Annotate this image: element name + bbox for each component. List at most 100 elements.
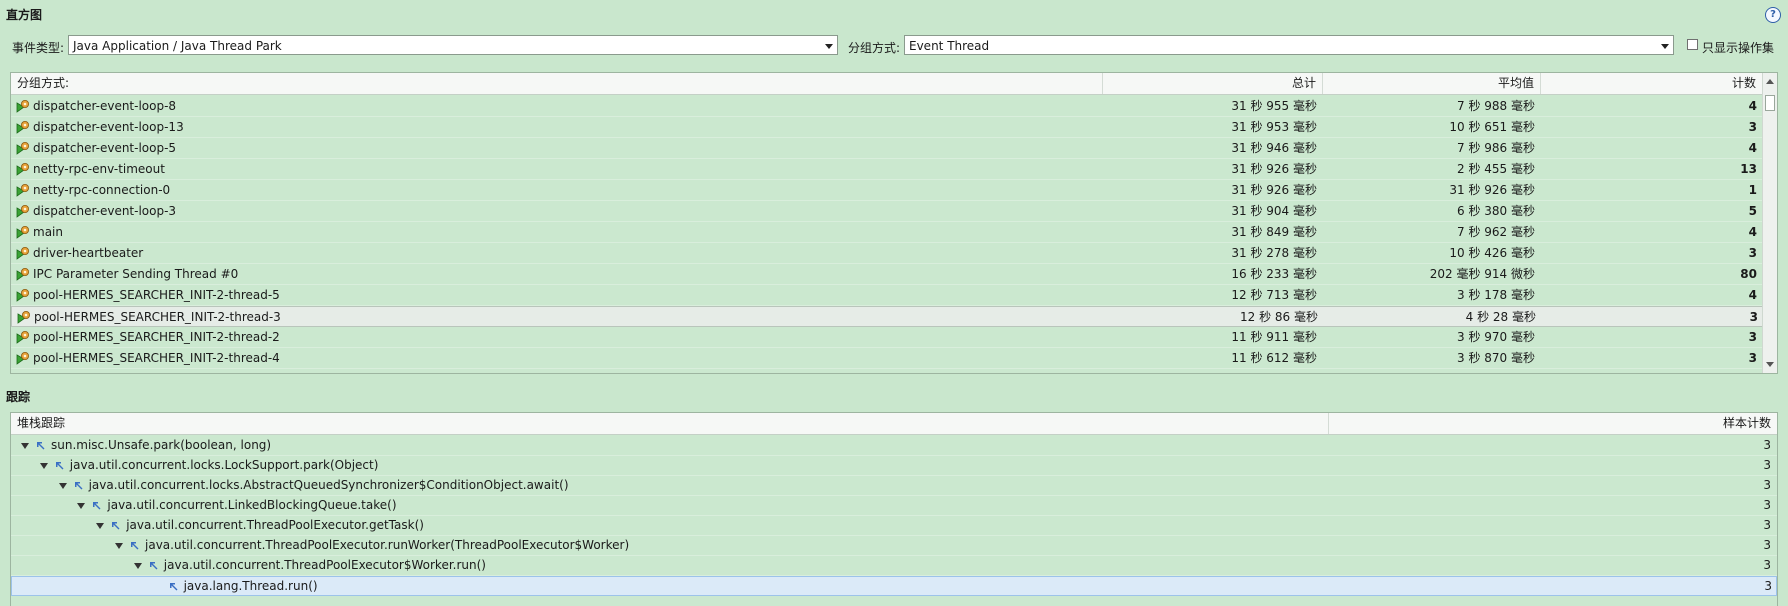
event-type-select[interactable]: Java Application / Java Thread Park	[68, 35, 838, 55]
expand-triangle-icon[interactable]	[21, 443, 29, 449]
stack-frame-text: java.util.concurrent.locks.AbstractQueue…	[88, 478, 569, 492]
table-row[interactable]: pool-HERMES_SEARCHER_INIT-2-thread-5 12 秒…	[11, 285, 1763, 306]
thread-icon	[16, 289, 29, 302]
thread-name: driver-heartbeater	[33, 246, 144, 260]
group-by-select[interactable]: Event Thread	[904, 35, 1674, 55]
count-value: 4	[1748, 99, 1757, 113]
only-ops-checkbox[interactable]	[1687, 39, 1698, 50]
count-value: 80	[1740, 267, 1757, 281]
table-row[interactable]: pool-HERMES_SEARCHER_INIT-2-thread-4 11 秒…	[11, 348, 1763, 369]
column-header-sample-count[interactable]: 样本计数	[1329, 413, 1777, 434]
column-header-stack-trace[interactable]: 堆栈跟踪	[11, 413, 1329, 434]
average-value: 2 秒 455 毫秒	[1457, 162, 1535, 176]
table-row[interactable]: dispatcher-event-loop-3 31 秒 904 毫秒 6 秒 38…	[11, 201, 1763, 222]
sample-count-value: 3	[1763, 518, 1771, 532]
total-value: 12 秒 713 毫秒	[1231, 288, 1317, 302]
count-value: 4	[1748, 288, 1757, 302]
list-item[interactable]: java.util.concurrent.ThreadPoolExecutor$…	[11, 556, 1777, 576]
expand-triangle-icon[interactable]	[58, 483, 67, 489]
table-row[interactable]: pool-HERMES_SEARCHER_INIT-2-thread-2 11 秒…	[11, 327, 1763, 348]
table-row[interactable]: netty-rpc-connection-0 31 秒 926 毫秒 31 秒 92…	[11, 180, 1763, 201]
sample-count-value: 3	[1764, 579, 1772, 593]
table-row[interactable]: driver-heartbeater 31 秒 278 毫秒 10 秒 426 毫秒…	[11, 243, 1763, 264]
histogram-scrollbar[interactable]	[1762, 73, 1777, 373]
stack-frame-text: java.util.concurrent.locks.LockSupport.p…	[69, 458, 379, 472]
total-value: 31 秒 278 毫秒	[1231, 246, 1317, 260]
scroll-down-icon[interactable]	[1766, 362, 1774, 367]
expand-triangle-icon[interactable]	[96, 523, 105, 529]
help-icon[interactable]: ?	[1765, 7, 1781, 23]
list-item[interactable]: sun.misc.Unsafe.park(boolean, long) 3	[11, 436, 1777, 456]
list-item[interactable]: java.lang.Thread.run() 3	[11, 576, 1777, 596]
thread-icon	[16, 184, 29, 197]
average-value: 10 秒 651 毫秒	[1449, 120, 1535, 134]
average-value: 7 秒 962 毫秒	[1457, 225, 1535, 239]
thread-icon	[16, 331, 29, 344]
stack-frame-icon	[112, 522, 120, 530]
sample-count-value: 3	[1763, 478, 1771, 492]
thread-name: IPC Parameter Sending Thread #0	[33, 267, 239, 281]
expand-triangle-icon[interactable]	[39, 463, 48, 469]
column-header-count[interactable]: 计数	[1541, 73, 1763, 94]
thread-name: pool-HERMES_SEARCHER_INIT-2-thread-4	[33, 351, 280, 365]
total-value: 31 秒 946 毫秒	[1231, 141, 1317, 155]
column-header-group[interactable]: 分组方式:	[11, 73, 1103, 94]
total-value: 12 秒 86 毫秒	[1240, 310, 1318, 324]
thread-icon	[16, 163, 29, 176]
thread-name: netty-rpc-connection-0	[33, 183, 171, 197]
group-by-value: Event Thread	[909, 39, 990, 53]
scroll-up-icon[interactable]	[1766, 79, 1774, 84]
histogram-header: 分组方式: 总计 平均值 计数	[11, 73, 1763, 95]
thread-name: main	[33, 225, 63, 239]
average-value: 7 秒 988 毫秒	[1457, 99, 1535, 113]
scroll-thumb[interactable]	[1765, 95, 1775, 111]
thread-name: dispatcher-event-loop-13	[33, 120, 184, 134]
stack-frame-text: java.util.concurrent.LinkedBlockingQueue…	[107, 498, 397, 512]
column-header-total[interactable]: 总计	[1103, 73, 1323, 94]
stack-frame-text: java.util.concurrent.ThreadPoolExecutor.…	[126, 518, 424, 532]
list-item[interactable]: java.util.concurrent.locks.LockSupport.p…	[11, 456, 1777, 476]
list-item[interactable]: java.util.concurrent.locks.AbstractQueue…	[11, 476, 1777, 496]
column-header-average[interactable]: 平均值	[1323, 73, 1541, 94]
count-value: 5	[1748, 204, 1757, 218]
average-value: 202 毫秒 914 微秒	[1429, 267, 1535, 281]
average-value: 7 秒 986 毫秒	[1457, 141, 1535, 155]
average-value: 3 秒 970 毫秒	[1457, 330, 1535, 344]
table-row[interactable]: dispatcher-event-loop-13 31 秒 953 毫秒 10 秒 …	[11, 117, 1763, 138]
thread-name: pool-HERMES_SEARCHER_INIT-2-thread-5	[33, 288, 280, 302]
expand-triangle-icon[interactable]	[133, 563, 142, 569]
average-value: 3 秒 178 毫秒	[1457, 288, 1535, 302]
total-value: 31 秒 955 毫秒	[1231, 99, 1317, 113]
list-item[interactable]: java.util.concurrent.ThreadPoolExecutor.…	[11, 536, 1777, 556]
average-value: 6 秒 380 毫秒	[1457, 204, 1535, 218]
thread-icon	[16, 268, 29, 281]
thread-icon	[16, 247, 29, 260]
thread-icon	[16, 121, 29, 134]
thread-name: dispatcher-event-loop-8	[33, 99, 177, 113]
count-value: 3	[1749, 310, 1758, 324]
table-row[interactable]: main 31 秒 849 毫秒 7 秒 962 毫秒 4	[11, 222, 1763, 243]
list-item[interactable]: java.util.concurrent.ThreadPoolExecutor.…	[11, 516, 1777, 536]
table-row[interactable]: dispatcher-event-loop-8 31 秒 955 毫秒 7 秒 98…	[11, 96, 1763, 117]
table-row[interactable]: dispatcher-event-loop-5 31 秒 946 毫秒 7 秒 98…	[11, 138, 1763, 159]
thread-icon	[16, 352, 29, 365]
list-item[interactable]: java.util.concurrent.LinkedBlockingQueue…	[11, 496, 1777, 516]
count-value: 3	[1748, 330, 1757, 344]
table-row[interactable]: netty-rpc-env-timeout 31 秒 926 毫秒 2 秒 455 …	[11, 159, 1763, 180]
only-ops-label: 只显示操作集	[1702, 41, 1775, 55]
count-value: 13	[1740, 162, 1757, 176]
trace-title: 跟踪	[6, 390, 31, 404]
expand-triangle-icon[interactable]	[77, 503, 86, 509]
stack-frame-icon	[149, 562, 158, 570]
sample-count-value: 3	[1763, 538, 1771, 552]
total-value: 11 秒 911 毫秒	[1231, 330, 1317, 344]
expand-triangle-icon[interactable]	[115, 543, 123, 549]
count-value: 1	[1748, 183, 1757, 197]
thread-icon	[16, 142, 29, 155]
chevron-down-icon	[825, 44, 833, 49]
table-row[interactable]: IPC Parameter Sending Thread #0 16 秒 233 …	[11, 264, 1763, 285]
table-row[interactable]: pool-HERMES_SEARCHER_INIT-2-thread-3 12 秒…	[11, 306, 1763, 327]
stack-frame-text: java.lang.Thread.run()	[183, 579, 318, 593]
total-value: 31 秒 849 毫秒	[1231, 225, 1317, 239]
stack-frame-icon	[37, 442, 45, 450]
